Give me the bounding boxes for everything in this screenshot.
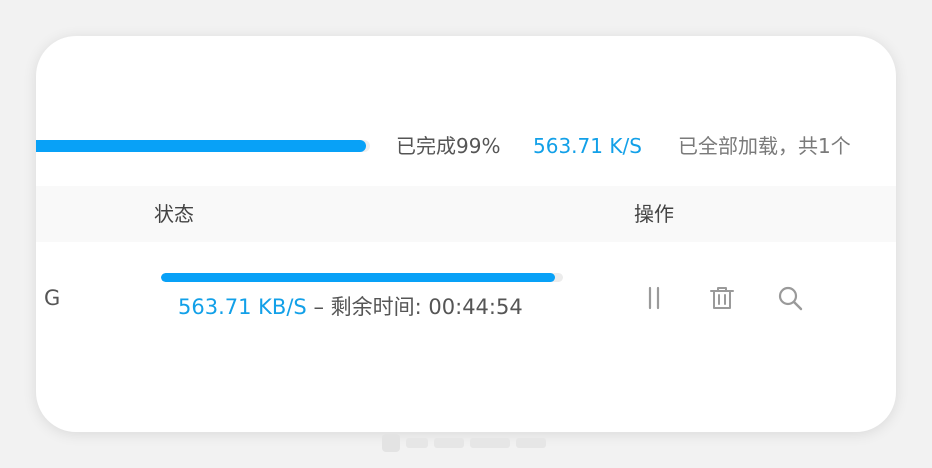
row-remaining-time: 00:44:54	[428, 295, 523, 319]
summary-progress-label: 已完成99%	[396, 134, 501, 158]
summary-progress-bar	[36, 140, 370, 152]
trash-icon[interactable]	[708, 284, 736, 312]
search-icon[interactable]	[776, 284, 804, 312]
row-progress-fill	[161, 273, 555, 282]
row-progress-bar	[161, 273, 563, 282]
table-header: 状态 操作	[36, 186, 896, 242]
row-status-text: 563.71 KB/S – 剩余时间: 00:44:54	[178, 292, 523, 322]
row-separator: –	[313, 295, 324, 319]
column-header-actions: 操作	[634, 202, 674, 226]
summary-speed: 563.71 K/S	[533, 134, 642, 158]
summary-loaded-label: 已全部加载，共1个	[678, 134, 851, 158]
column-header-status: 状态	[154, 202, 194, 226]
watermark-graphic	[382, 434, 546, 452]
row-remaining-label: 剩余时间:	[330, 295, 422, 319]
download-panel: 已完成99% 563.71 K/S 已全部加载，共1个 状态 操作 G 563.…	[36, 36, 896, 432]
row-speed: 563.71 KB/S	[178, 295, 307, 319]
file-name: G	[44, 286, 61, 310]
pause-icon[interactable]	[640, 284, 668, 312]
summary-progress-fill	[36, 140, 367, 152]
